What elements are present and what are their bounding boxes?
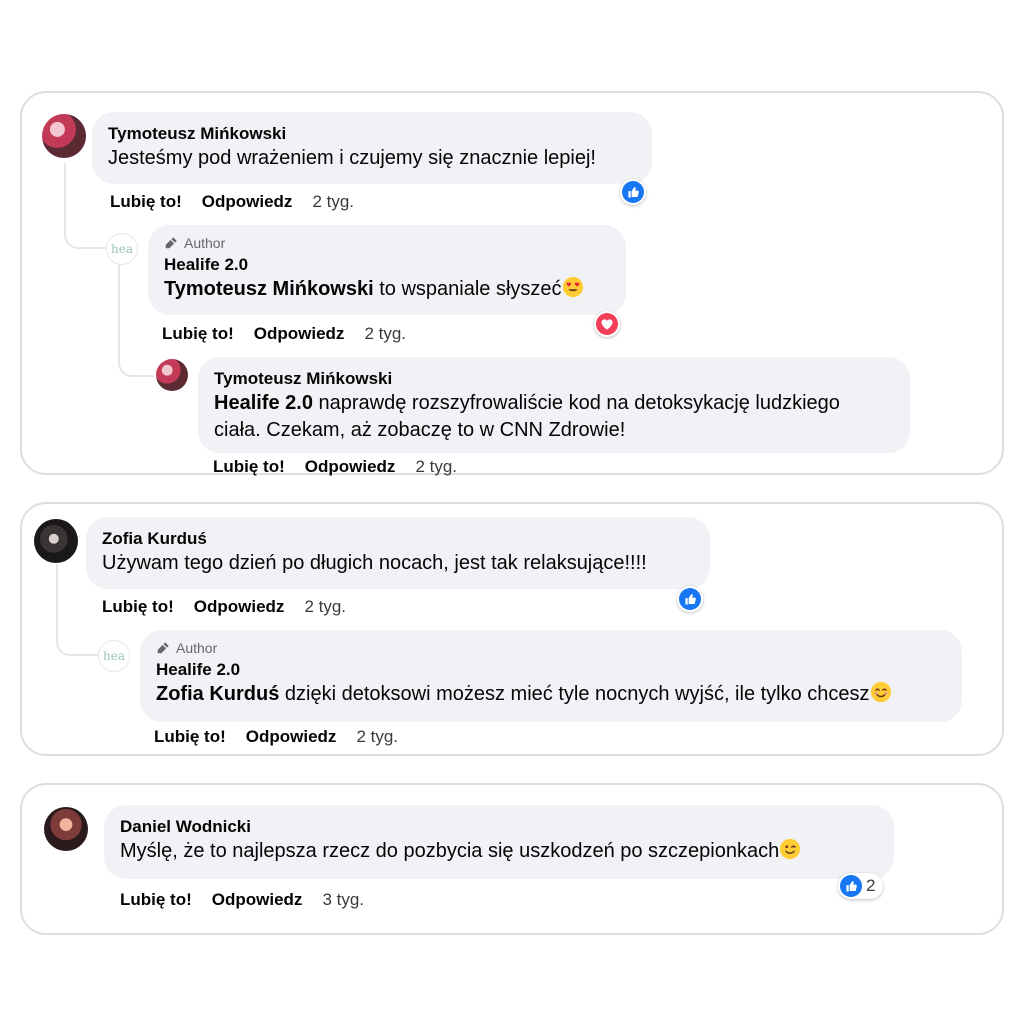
reply-text: Healife 2.0 naprawdę rozszyfrowaliście k… — [214, 392, 840, 414]
comment-actions: Lubię to! Odpowiedz 3 tyg. — [120, 889, 364, 911]
page-logo-avatar[interactable]: hea — [98, 640, 130, 672]
reply-author-name[interactable]: Tymoteusz Mińkowski — [214, 368, 894, 390]
reply-button[interactable]: Odpowiedz — [202, 191, 293, 213]
mention-link[interactable]: Healife 2.0 — [214, 392, 313, 414]
microphone-icon — [165, 237, 177, 249]
reaction-summary[interactable] — [594, 311, 620, 337]
comment-actions: Lubię to! Odpowiedz 2 tyg. — [102, 596, 346, 618]
comment-bubble: Zofia Kurduś Używam tego dzień po długic… — [86, 517, 710, 589]
heart-eyes-emoji-icon — [562, 276, 583, 298]
avatar[interactable] — [156, 359, 188, 391]
timestamp[interactable]: 2 tyg. — [356, 726, 398, 748]
reply-author-name[interactable]: Healife 2.0 — [164, 254, 610, 276]
comment-bubble: Daniel Wodnicki Myślę, że to najlepsza r… — [104, 805, 894, 879]
comment-text: Myślę, że to najlepsza rzecz do pozbycia… — [120, 838, 878, 865]
reaction-summary[interactable]: 2 — [838, 873, 884, 899]
reply-text-line2: ciała. Czekam, aż zobaczę to w CNN Zdrow… — [214, 419, 626, 441]
reply-bubble: Author Healife 2.0 Tymoteusz Mińkowski t… — [148, 225, 626, 315]
avatar[interactable] — [42, 114, 86, 158]
love-reaction-icon — [596, 313, 618, 335]
author-badge-label: Author — [184, 235, 226, 251]
reply-button[interactable]: Odpowiedz — [305, 456, 396, 478]
comment-author-name[interactable]: Zofia Kurduś — [102, 528, 694, 550]
comment-thread-card: Daniel Wodnicki Myślę, że to najlepsza r… — [20, 783, 1004, 935]
comment-bubble: Tymoteusz Mińkowski Jesteśmy pod wrażeni… — [92, 112, 652, 184]
timestamp[interactable]: 2 tyg. — [304, 596, 346, 618]
reply-text: Tymoteusz Mińkowski to wspaniale słyszeć — [164, 276, 610, 303]
like-button[interactable]: Lubię to! — [154, 726, 226, 748]
author-badge-label: Author — [176, 640, 218, 656]
mention-link[interactable]: Tymoteusz Mińkowski — [164, 278, 374, 300]
comment-thread-card: Tymoteusz Mińkowski Jesteśmy pod wrażeni… — [20, 91, 1004, 478]
reply-actions: Lubię to! Odpowiedz 2 tyg. — [213, 456, 457, 478]
mention-link[interactable]: Zofia Kurduś — [156, 683, 279, 705]
reply-actions: Lubię to! Odpowiedz 2 tyg. — [154, 726, 398, 748]
comment-text: Używam tego dzień po długich nocach, jes… — [102, 552, 647, 574]
comment-actions: Lubię to! Odpowiedz 2 tyg. — [110, 191, 354, 213]
wink-emoji-icon — [780, 838, 801, 860]
timestamp[interactable]: 2 tyg. — [312, 191, 354, 213]
like-reaction-icon — [679, 588, 701, 610]
comment-thread-card: Zofia Kurduś Używam tego dzień po długic… — [20, 502, 1004, 756]
reply-button[interactable]: Odpowiedz — [194, 596, 285, 618]
like-reaction-icon — [622, 181, 644, 203]
like-button[interactable]: Lubię to! — [120, 889, 192, 911]
avatar[interactable] — [44, 807, 88, 851]
like-reaction-icon — [840, 875, 862, 897]
smile-emoji-icon — [870, 681, 891, 703]
timestamp[interactable]: 2 tyg. — [415, 456, 457, 478]
reply-bubble: Tymoteusz Mińkowski Healife 2.0 naprawdę… — [198, 357, 910, 453]
reply-author-name[interactable]: Healife 2.0 — [156, 659, 946, 681]
comment-text: Jesteśmy pod wrażeniem i czujemy się zna… — [108, 147, 596, 169]
timestamp[interactable]: 3 tyg. — [322, 889, 364, 911]
comment-author-name[interactable]: Daniel Wodnicki — [120, 816, 878, 838]
author-badge: Author — [164, 234, 610, 252]
microphone-icon — [157, 642, 169, 654]
reply-button[interactable]: Odpowiedz — [212, 889, 303, 911]
avatar[interactable] — [34, 519, 78, 563]
comment-author-name[interactable]: Tymoteusz Mińkowski — [108, 123, 636, 145]
like-button[interactable]: Lubię to! — [110, 191, 182, 213]
reply-button[interactable]: Odpowiedz — [246, 726, 337, 748]
timestamp[interactable]: 2 tyg. — [364, 323, 406, 345]
reaction-summary[interactable] — [677, 586, 703, 612]
author-badge: Author — [156, 639, 946, 657]
reply-text: Zofia Kurduś dzięki detoksowi możesz mie… — [156, 681, 946, 708]
page-logo-avatar[interactable]: hea — [106, 233, 138, 265]
like-button[interactable]: Lubię to! — [102, 596, 174, 618]
reply-button[interactable]: Odpowiedz — [254, 323, 345, 345]
reaction-summary[interactable] — [620, 179, 646, 205]
like-button[interactable]: Lubię to! — [162, 323, 234, 345]
reaction-count: 2 — [866, 876, 876, 895]
like-button[interactable]: Lubię to! — [213, 456, 285, 478]
reply-actions: Lubię to! Odpowiedz 2 tyg. — [162, 323, 406, 345]
reply-bubble: Author Healife 2.0 Zofia Kurduś dzięki d… — [140, 630, 962, 722]
